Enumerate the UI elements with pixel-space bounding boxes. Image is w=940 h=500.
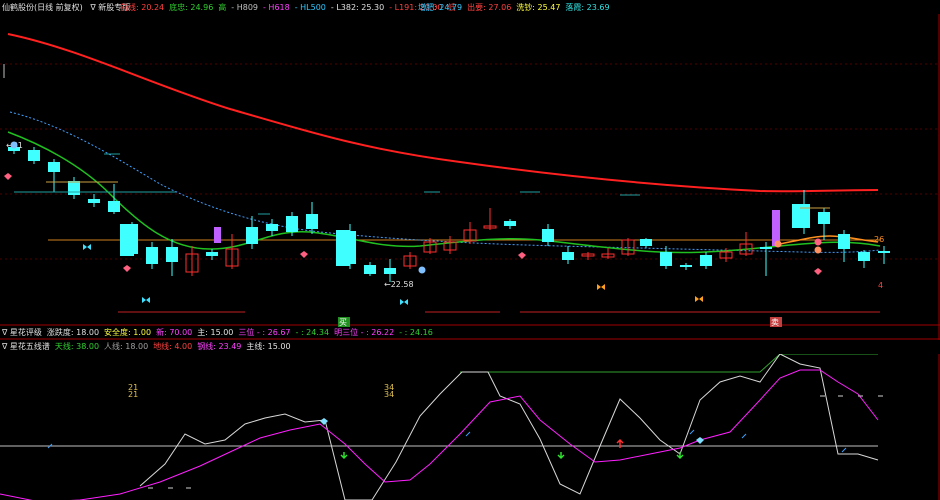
right-count-label: 4 [878,281,883,290]
value-label: 主: 15.00 [197,328,234,337]
value-label: - : 24.16 [399,328,433,337]
value-label: - H618 [263,3,290,12]
value-label: - L382: 25.30 [330,3,385,12]
candle-body [542,229,554,242]
candle-body [306,214,318,229]
candle-body [660,252,672,266]
five-line-indicator-header: ∇ 星花五线谱 天线: 38.00 人线: 18.00 地线: 4.00 钢线: 23.… [2,340,296,353]
low-price-label: ←22.58 [384,280,414,289]
ma-dotted-line [9,111,881,253]
value-label: 涨跌度: 18.00 [46,328,100,337]
right-price-label: 26 [874,235,884,244]
value-label: - HL500 [294,3,326,12]
trend-arrow-icon [741,433,747,439]
candle-body [48,162,60,172]
arrow-up-icon [616,438,624,448]
candle-body [108,201,120,212]
value-label: 人线: 18.00 [104,342,149,351]
value-label: ∇ 星花五线谱 [2,342,50,351]
candle-body [878,251,890,253]
candle-body [858,252,870,261]
candle-body [206,252,218,256]
diamond-icon [123,265,131,272]
candle-body [384,268,396,274]
period-annotation: 21 [128,390,138,399]
butterfly-icon [83,244,91,250]
candle-body [286,216,298,232]
value-label: 主线: 15.00 [246,342,291,351]
value-label: 底忠: 24.96 [169,3,214,12]
candle-body [246,227,258,244]
value-label: - H809 [231,3,258,12]
value-label: 地线: 4.00 [153,342,193,351]
sell-tag: 卖 [771,318,779,327]
white-line [139,354,879,500]
value-label: 增肥: 24.79 [418,3,463,12]
diamond-icon [4,173,12,180]
ma-values-row: 前线: 20.24 底忠: 24.96 高 - H809 - H618 - HL500 - … [120,1,466,14]
candle-body [88,199,100,203]
candle-body [166,247,178,262]
candle-body [818,212,830,224]
butterfly-icon [400,299,408,305]
ma-values-row-2: 增肥: 24.79 出要: 27.06 洗钞: 25.47 落霞: 23.69 [418,1,615,14]
candle-body [146,247,158,264]
value-label: ∇ 星花评级 [2,328,42,337]
circle-icon [774,240,782,248]
trend-arrow-icon [841,447,847,453]
value-label: 明三位 - : 26.22 [334,328,395,337]
trend-arrow-icon [689,429,695,435]
candle-body [504,221,516,226]
value-label: 洗钞: 25.47 [516,3,561,12]
value-label: 钢线: 23.49 [197,342,242,351]
circle-icon [814,238,822,246]
circle-icon [418,266,426,274]
candle-body [640,239,652,246]
candle-body [214,227,221,243]
candle-body [28,150,40,161]
diamond-icon [696,437,704,444]
value-label: - : 24.34 [295,328,330,337]
butterfly-icon [142,297,150,303]
candle-body [364,265,376,274]
candle-body [336,230,350,266]
diamond-icon [300,251,308,258]
candle-body [562,252,574,260]
five-line-indicator-chart[interactable]: 21213434 [0,354,940,500]
value-label: 安全度: 1.00 [104,328,152,337]
ma-red-line [7,33,879,193]
value-label: 落霞: 23.69 [565,3,610,12]
candle-body [266,224,278,231]
diamond-icon [814,268,822,275]
value-label: 三位 - : 26.67 [238,328,291,337]
sky-line [460,354,878,373]
stock-title[interactable]: 仙鹤股份(日线 前复权) [2,3,83,12]
arrow-down-icon [557,452,565,460]
diamond-icon [320,418,328,425]
candlestick-chart[interactable]: ←31←22.58264买卖 [0,14,940,340]
rating-indicator-bar: ∇ 星花评级 涨跌度: 18.00 安全度: 1.00 新: 70.00 主: 15.0… [2,326,438,339]
arrow-down-icon [340,452,348,460]
value-label: 新: 70.00 [156,328,193,337]
candle-body [120,224,134,256]
candle-body [68,181,80,195]
candle-body [760,247,772,249]
candle-body [680,265,692,267]
value-label: 天线: 38.00 [54,342,100,351]
value-label: 前线: 20.24 [120,3,165,12]
main-chart-header: 仙鹤股份(日线 前复权) ∇ 新股专版 [2,1,135,14]
diamond-icon [518,252,526,259]
trend-arrow-icon [465,431,471,437]
value-label: 高 [218,3,227,12]
candle-body [700,255,712,266]
circle-icon [10,141,18,149]
butterfly-icon [695,296,703,302]
candle-body [838,234,850,249]
value-label: 出要: 27.06 [467,3,512,12]
period-annotation: 34 [384,390,394,399]
circle-icon [814,246,822,254]
butterfly-icon [597,284,605,290]
